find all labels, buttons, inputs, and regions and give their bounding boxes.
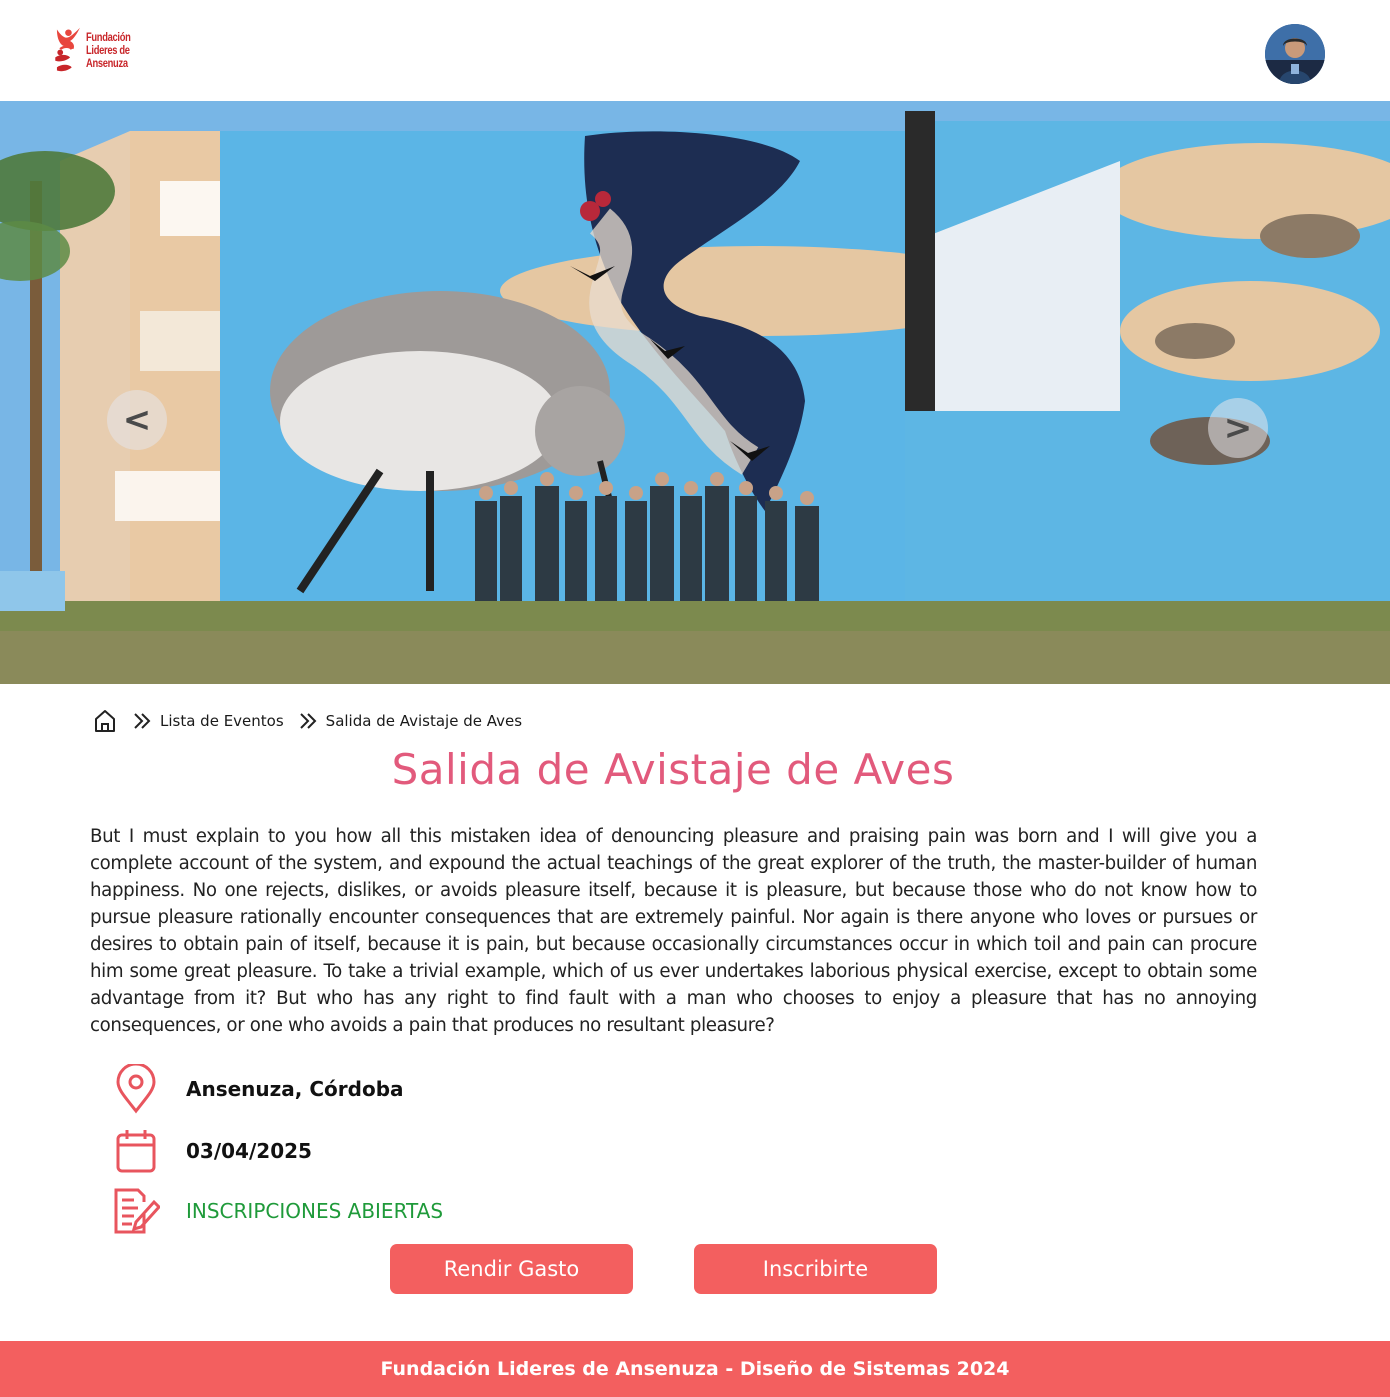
- double-chevron-right-icon: [298, 711, 318, 731]
- breadcrumb-events-list[interactable]: Lista de Eventos: [160, 712, 284, 730]
- logo-text: Fundación Lideres de Ansenuza: [86, 30, 137, 70]
- user-avatar[interactable]: [1265, 24, 1325, 84]
- location-pin-icon: [112, 1064, 160, 1114]
- breadcrumb-current: Salida de Avistaje de Aves: [325, 712, 523, 730]
- event-description: But I must explain to you how all this m…: [90, 826, 1257, 1036]
- event-status-row: INSCRIPCIONES ABIERTAS: [112, 1186, 443, 1236]
- carousel-prev-button[interactable]: <: [107, 390, 167, 450]
- home-icon[interactable]: [92, 708, 118, 734]
- logo-figure-icon: [55, 27, 80, 72]
- double-chevron-right-icon: [132, 711, 152, 731]
- event-image-carousel: < >: [0, 101, 1390, 684]
- footer-text: Fundación Lideres de Ansenuza - Diseño d…: [380, 1358, 1010, 1380]
- chevron-left-icon: <: [122, 400, 152, 440]
- event-registration-status: INSCRIPCIONES ABIERTAS: [186, 1199, 444, 1223]
- logo-line-3: Ansenuza: [86, 55, 128, 70]
- page-footer: Fundación Lideres de Ansenuza - Diseño d…: [0, 1341, 1390, 1397]
- breadcrumb: Lista de Eventos Salida de Avistaje de A…: [92, 706, 522, 736]
- event-date-row: 03/04/2025: [112, 1126, 312, 1176]
- event-title: Salida de Avistaje de Aves: [391, 745, 955, 794]
- event-location: Ansenuza, Córdoba: [186, 1077, 404, 1101]
- foundation-logo[interactable]: Fundación Lideres de Ansenuza: [52, 18, 152, 82]
- form-edit-icon: [112, 1186, 160, 1236]
- event-date: 03/04/2025: [186, 1139, 312, 1163]
- carousel-next-button[interactable]: >: [1208, 398, 1268, 458]
- chevron-right-icon: >: [1223, 408, 1253, 448]
- event-location-row: Ansenuza, Córdoba: [112, 1064, 404, 1114]
- top-header: Fundación Lideres de Ansenuza: [0, 0, 1390, 101]
- register-button[interactable]: Inscribirte: [694, 1244, 937, 1294]
- submit-expense-button[interactable]: Rendir Gasto: [390, 1244, 633, 1294]
- mural-photo: [0, 101, 1390, 684]
- calendar-icon: [112, 1126, 160, 1176]
